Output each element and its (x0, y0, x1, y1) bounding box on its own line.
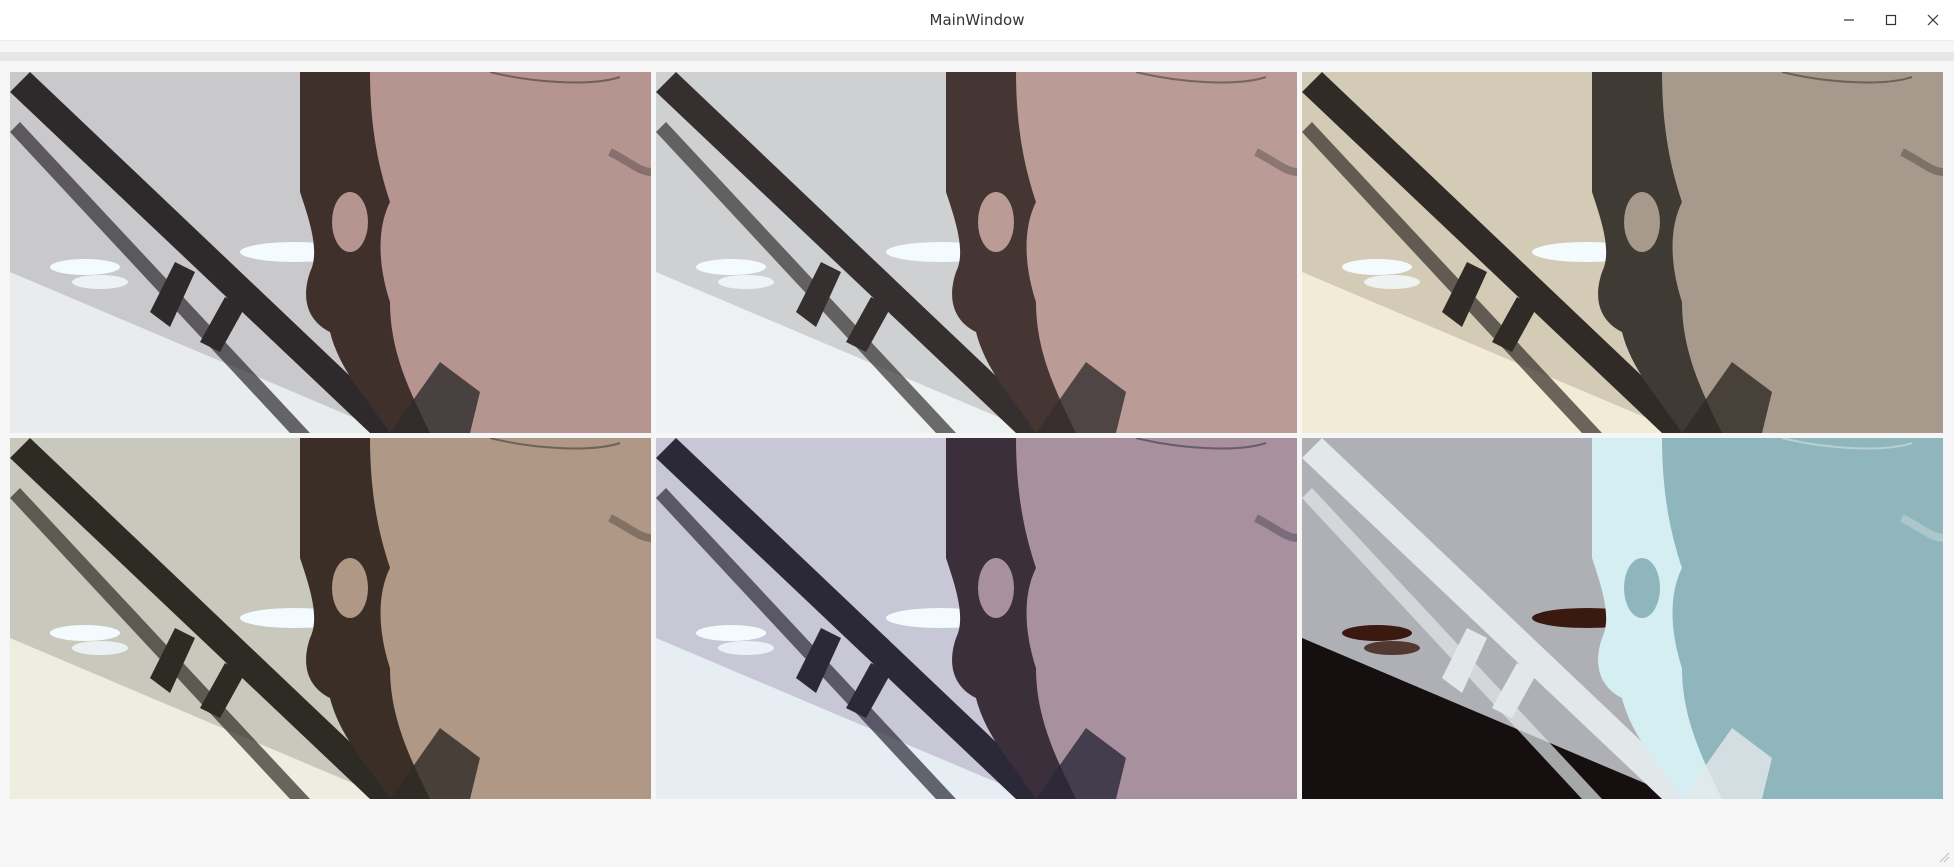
maximize-icon (1885, 14, 1897, 26)
video-frame-cool (656, 438, 1297, 799)
main-window: MainWindow (0, 0, 1954, 867)
title-bar[interactable]: MainWindow (0, 0, 1954, 41)
menu-bar[interactable] (0, 52, 1954, 61)
close-icon (1927, 14, 1939, 26)
minimize-button[interactable] (1834, 5, 1864, 35)
maximize-button[interactable] (1876, 5, 1906, 35)
minimize-icon (1844, 19, 1854, 21)
video-frame-original (10, 72, 651, 433)
resize-grip-icon[interactable] (1936, 849, 1950, 863)
video-frame-invert (1302, 438, 1943, 799)
video-frame-warm (10, 438, 651, 799)
video-frame-sepia (1302, 72, 1943, 433)
window-title: MainWindow (929, 11, 1025, 29)
close-button[interactable] (1918, 5, 1948, 35)
video-frame-smooth (656, 72, 1297, 433)
